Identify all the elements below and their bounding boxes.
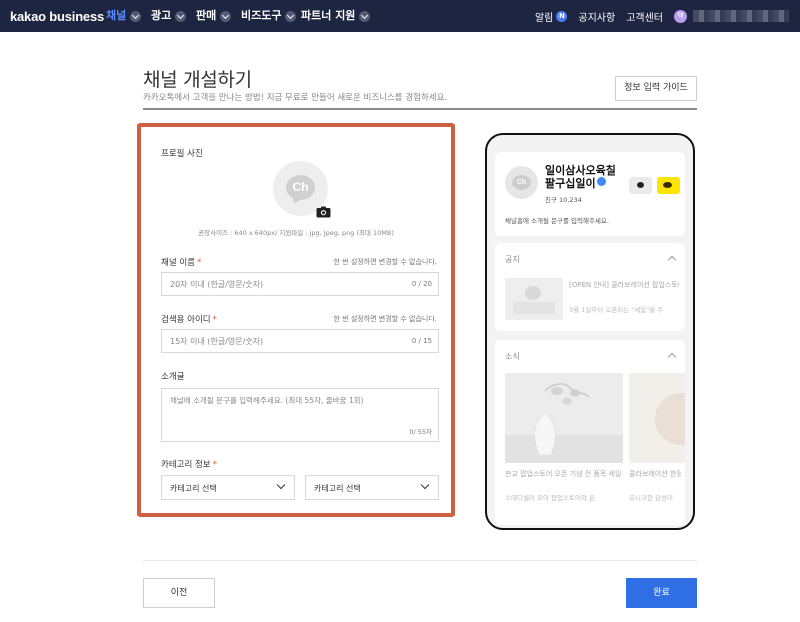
intro-label: 소개글: [161, 372, 185, 382]
search-id-label-text: 검색용 아이디: [161, 315, 211, 325]
intro-placeholder: 채널에 소개될 문구를 입력해주세요. (최대 55자, 줄바꿈 1회): [170, 396, 364, 405]
support-link[interactable]: 고객센터: [626, 9, 663, 24]
chevron-down-icon: [175, 10, 187, 22]
channel-name-label: 채널 이름 *: [161, 256, 201, 268]
chevron-down-icon: [130, 10, 142, 22]
category-select-2-value: 카테고리 선택: [314, 484, 361, 493]
search-id-label: 검색용 아이디 *: [161, 313, 217, 325]
info-guide-button[interactable]: 정보 입력 가이드: [615, 76, 697, 101]
account-menu[interactable]: 백: [674, 9, 789, 23]
photo-size-note: 권장사이즈 : 640 x 640px/ 지원파일 : jpg, jpeg, p…: [198, 229, 394, 237]
category-label: 카테고리 정보 *: [161, 458, 217, 470]
required-mark: *: [212, 315, 217, 325]
preview-avatar-text: Ch: [512, 175, 531, 190]
blurred-account-name: [693, 10, 789, 22]
profile-photo-label: 프로필 사진: [161, 149, 203, 159]
preview-avatar: Ch: [505, 166, 538, 199]
intro-counter: 0/ 55자: [409, 428, 432, 436]
category-select-1[interactable]: 카테고리 선택: [161, 475, 295, 500]
notice-thumbnail: [505, 278, 563, 320]
required-mark: *: [212, 460, 217, 470]
chevron-up-icon: [667, 255, 677, 265]
required-mark: *: [196, 258, 202, 268]
notice-heading: 공지: [505, 255, 520, 264]
news-1-title: 판교 팝업스토어 오픈 기념 전 품목 세일: [505, 470, 622, 478]
nav-utilities: 알림 N 공지사항 고객센터 백: [535, 0, 800, 32]
news-2-subtext: 유니크한 감성이: [629, 494, 673, 502]
chevron-down-icon: [420, 480, 430, 490]
notice-text: [OPEN 안내] 콜라보레이션 팝업스토어 @판교: [569, 281, 679, 289]
news-2-title: 콜라보레이션 한정 출시: [629, 470, 681, 478]
news-image-collab: [629, 373, 685, 463]
channel-form: 프로필 사진 Ch 권장사이즈 : 640 x 640px/ 지원파일 : jp…: [137, 123, 455, 517]
preview-friends-count: 친구 10,234: [545, 196, 582, 204]
channel-name-note: 한 번 설정하면 변경할 수 없습니다.: [333, 258, 437, 266]
channel-name-counter: 0 / 20: [411, 280, 432, 288]
notifications-label: 알림: [534, 12, 554, 24]
menu-biz-tools[interactable]: 비즈도구: [241, 9, 297, 23]
menu-sales-label: 판매: [196, 9, 217, 22]
new-badge: N: [556, 10, 568, 22]
camera-icon[interactable]: [316, 206, 331, 218]
channel-name-label-text: 채널 이름: [161, 258, 195, 268]
notices-link[interactable]: 공지사항: [578, 9, 615, 24]
search-id-input[interactable]: 15자 이내 (한글/영문/숫자) 0 / 15: [161, 329, 439, 353]
intro-textarea[interactable]: 채널에 소개될 문구를 입력해주세요. (최대 55자, 줄바꿈 1회) 0/ …: [161, 388, 439, 442]
category-select-1-value: 카테고리 선택: [170, 484, 217, 493]
chevron-down-icon: [276, 480, 286, 490]
notifications-link[interactable]: 알림 N: [534, 9, 568, 24]
search-id-counter: 0 / 15: [411, 337, 432, 345]
menu-partner-support-label: 파트너 지원: [301, 9, 356, 22]
divider: [143, 108, 697, 110]
preview-intro: 채널홈에 소개될 문구를 입력해주세요.: [505, 217, 609, 225]
category-select-2[interactable]: 카테고리 선택: [305, 475, 439, 500]
channel-add-icon: [657, 177, 680, 194]
menu-channel-label: 채널: [106, 9, 127, 22]
preview-news-card: 소식 판교 팝업스토어 오픈 기념 전 품목 세일 스테디셀러 모아 팝업스토어…: [495, 340, 685, 525]
verified-icon: [596, 177, 606, 186]
channel-placeholder-icon: Ch: [286, 175, 315, 200]
menu-sales[interactable]: 판매: [196, 9, 232, 23]
news-heading: 소식: [505, 352, 520, 361]
news-image-vase: [505, 373, 623, 463]
preview-profile-card: Ch 일이삼사오육칠팔구십일이 친구 10,234 채널홈에 소개될 문구를 입…: [495, 152, 685, 236]
search-id-placeholder: 15자 이내 (한글/영문/숫자): [170, 337, 264, 346]
top-nav: kakao business 채널 광고 판매 비즈도구 파트너 지원 알림 N…: [0, 0, 800, 32]
menu-biz-tools-label: 비즈도구: [241, 9, 282, 22]
avatar: 백: [674, 9, 687, 23]
menu-ads[interactable]: 광고: [151, 9, 187, 23]
chat-icon: [629, 177, 652, 194]
menu-channel[interactable]: 채널: [106, 9, 142, 23]
chevron-down-icon: [285, 10, 297, 22]
chevron-down-icon: [359, 10, 371, 22]
chevron-down-icon: [220, 10, 232, 22]
search-id-note: 한 번 설정하면 변경할 수 없습니다.: [333, 315, 437, 323]
kakao-business-logo[interactable]: kakao business: [10, 9, 104, 24]
menu-partner-support[interactable]: 파트너 지원: [301, 9, 371, 23]
category-label-text: 카테고리 정보: [161, 460, 211, 470]
news-1-subtext: 스테디셀러 모아 팝업스토어와 온: [505, 494, 595, 502]
channel-name-input[interactable]: 20자 이내 (한글/영문/숫자) 0 / 20: [161, 272, 439, 296]
done-button[interactable]: 완료: [626, 578, 697, 608]
divider: [143, 560, 697, 561]
preview-notice-card: 공지 [OPEN 안내] 콜라보레이션 팝업스토어 @판교 3월 1일부터 오픈…: [495, 243, 685, 331]
menu-ads-label: 광고: [151, 9, 172, 22]
notice-subtext: 3월 1일부터 오픈되는 "세움"을 주: [569, 306, 664, 314]
channel-name-placeholder: 20자 이내 (한글/영문/숫자): [170, 280, 264, 289]
page-title: 채널 개설하기: [143, 69, 252, 91]
previous-button[interactable]: 이전: [143, 578, 215, 608]
page-subtitle: 카카오톡에서 고객을 만나는 방법! 지금 무료로 만들어 새로운 비즈니스를 …: [143, 93, 448, 103]
preview-channel-name-text: 일이삼사오육칠팔구십일이: [545, 164, 616, 190]
chevron-up-icon: [667, 352, 677, 362]
channel-preview-phone: Ch 일이삼사오육칠팔구십일이 친구 10,234 채널홈에 소개될 문구를 입…: [485, 133, 695, 530]
preview-channel-name: 일이삼사오육칠팔구십일이: [545, 164, 625, 190]
